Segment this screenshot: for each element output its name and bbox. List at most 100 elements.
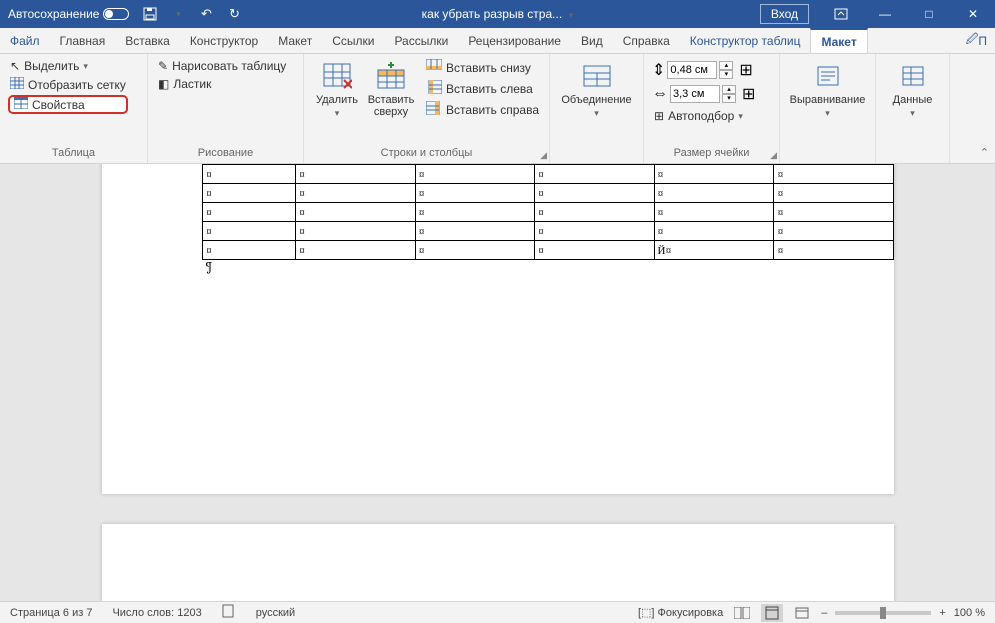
size-launcher[interactable]: ◢ [770,150,777,161]
group-merge: Объединение▾ [550,54,644,163]
table-cell[interactable]: ¤ [296,184,415,203]
share-button[interactable]: 🖉 П [958,28,995,53]
insert-above-button[interactable]: Вставить сверху [366,58,416,143]
tab-layout[interactable]: Макет [268,28,322,53]
table-cell[interactable]: ¤ [415,222,534,241]
zoom-level[interactable]: 100 % [954,607,985,619]
table-cell[interactable]: ¤ [203,222,296,241]
tab-table-layout[interactable]: Макет [810,28,867,53]
table-cell[interactable]: ¤ [774,241,894,260]
page-1: ¤¤¤¤¤¤¤¤¤¤¤¤¤¤¤¤¤¤¤¤¤¤¤¤¤¤¤¤Й¤¤ ¶ [102,164,894,494]
tab-design[interactable]: Конструктор [180,28,268,53]
group-label-table: Таблица [8,143,139,163]
status-language[interactable]: русский [246,607,305,619]
autofit-button[interactable]: ⊞Автоподбор ▾ [652,108,755,124]
status-proofing[interactable] [212,604,246,621]
data-icon [901,60,925,92]
merge-button[interactable]: Объединение▾ [558,58,635,143]
tab-file[interactable]: Файл [0,28,50,53]
width-icon: ⇔ [652,85,668,103]
ribbon-options-button[interactable] [819,0,863,28]
table-cell[interactable]: ¤ [535,165,654,184]
autosave-label: Автосохранение [8,7,99,21]
save-button[interactable] [139,3,161,25]
grid-icon [10,77,24,92]
tab-references[interactable]: Ссылки [322,28,384,53]
table-cell[interactable]: ¤ [654,165,774,184]
tab-home[interactable]: Главная [50,28,116,53]
distribute-cols-button[interactable]: ⊞ [742,84,755,104]
document-area[interactable]: ¤¤¤¤¤¤¤¤¤¤¤¤¤¤¤¤¤¤¤¤¤¤¤¤¤¤¤¤Й¤¤ ¶ ¶ [0,164,995,601]
alignment-button[interactable]: Выравнивание▾ [788,58,867,143]
properties-button[interactable]: Свойства [8,95,128,114]
paragraph-mark: ¶ [205,260,213,275]
status-page[interactable]: Страница 6 из 7 [0,607,102,619]
group-label-size: Размер ячейки [652,143,771,163]
table-cell[interactable]: ¤ [774,222,894,241]
tab-help[interactable]: Справка [613,28,680,53]
table-cell[interactable]: ¤ [203,184,296,203]
focus-mode-button[interactable]: [⬚] Фокусировка [638,606,723,619]
draw-table-button[interactable]: ✎Нарисовать таблицу [156,58,288,74]
insert-below-button[interactable]: Вставить снизу [424,58,541,77]
undo-button[interactable]: ↶ [195,3,217,25]
row-height-input[interactable]: ⇕▴▾⊞ [652,60,755,80]
insert-left-button[interactable]: Вставить слева [424,79,541,98]
distribute-rows-button[interactable]: ⊞ [739,60,752,80]
print-layout-button[interactable] [761,604,783,622]
web-layout-button[interactable] [791,604,813,622]
rc-launcher[interactable]: ◢ [540,150,547,161]
redo-button[interactable]: ↻ [223,3,245,25]
table-cell[interactable]: ¤ [415,184,534,203]
data-button[interactable]: Данные▾ [884,58,941,143]
autosave-toggle[interactable]: Автосохранение [8,7,129,21]
table-cell[interactable]: ¤ [203,241,296,260]
table-cell[interactable]: ¤ [415,241,534,260]
table-cell[interactable]: ¤ [296,241,415,260]
status-bar: Страница 6 из 7 Число слов: 1203 русский… [0,601,995,623]
table-cell[interactable]: ¤ [535,203,654,222]
status-words[interactable]: Число слов: 1203 [102,607,211,619]
table-cell[interactable]: ¤ [535,241,654,260]
read-mode-button[interactable] [731,604,753,622]
tab-review[interactable]: Рецензирование [458,28,571,53]
collapse-ribbon-button[interactable]: ⌃ [980,146,989,159]
height-icon: ⇕ [652,60,665,80]
tab-table-design[interactable]: Конструктор таблиц [680,28,811,53]
table-cell[interactable]: ¤ [654,184,774,203]
table-cell[interactable]: ¤ [774,184,894,203]
table-cell[interactable]: ¤ [296,203,415,222]
table-cell[interactable]: ¤ [296,222,415,241]
maximize-button[interactable]: □ [907,0,951,28]
login-button[interactable]: Вход [760,4,809,24]
table-cell[interactable]: ¤ [296,165,415,184]
qat-dropdown[interactable]: ▾ [167,3,189,25]
table-cell[interactable]: ¤ [774,165,894,184]
table-cell[interactable]: ¤ [654,203,774,222]
delete-button[interactable]: Удалить▾ [312,58,362,143]
zoom-slider[interactable] [835,611,931,615]
table-cell[interactable]: ¤ [203,203,296,222]
eraser-button[interactable]: ◧Ластик [156,76,288,92]
table-cell[interactable]: Й¤ [654,241,774,260]
table-cell[interactable]: ¤ [415,203,534,222]
col-width-input[interactable]: ⇔▴▾⊞ [652,84,755,104]
select-button[interactable]: ↖Выделить ▾ [8,58,128,74]
table-cell[interactable]: ¤ [203,165,296,184]
zoom-in-button[interactable]: + [939,607,945,619]
tab-view[interactable]: Вид [571,28,613,53]
minimize-button[interactable]: — [863,0,907,28]
table-cell[interactable]: ¤ [535,222,654,241]
insert-right-button[interactable]: Вставить справа [424,100,541,119]
tab-mailings[interactable]: Рассылки [384,28,458,53]
zoom-out-button[interactable]: – [821,607,827,619]
group-rows-columns: Удалить▾ Вставить сверху Вставить снизу … [304,54,550,163]
table-cell[interactable]: ¤ [535,184,654,203]
tab-insert[interactable]: Вставка [115,28,180,53]
table-cell[interactable]: ¤ [774,203,894,222]
view-gridlines-button[interactable]: Отобразить сетку [8,76,128,93]
table-cell[interactable]: ¤ [415,165,534,184]
close-button[interactable]: ✕ [951,0,995,28]
table-cell[interactable]: ¤ [654,222,774,241]
word-table[interactable]: ¤¤¤¤¤¤¤¤¤¤¤¤¤¤¤¤¤¤¤¤¤¤¤¤¤¤¤¤Й¤¤ [202,164,894,260]
